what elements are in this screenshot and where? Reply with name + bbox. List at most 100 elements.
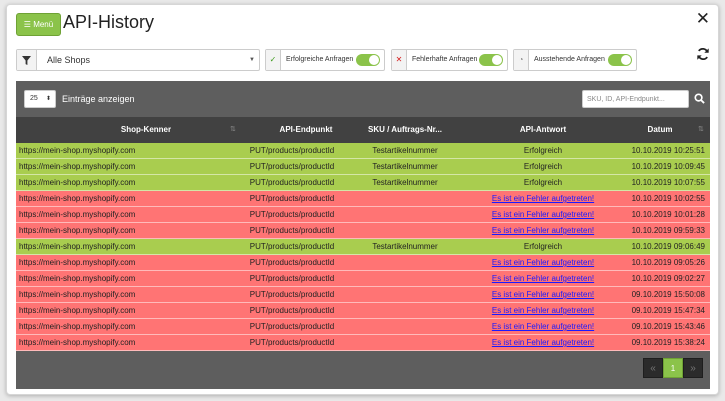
error-link[interactable]: Es ist ein Fehler aufgetreten! <box>492 194 594 203</box>
search-input[interactable] <box>582 90 689 108</box>
toggle-switch[interactable] <box>356 54 380 66</box>
check-icon: ✓ <box>266 50 281 70</box>
cell-response: Es ist ein Fehler aufgetreten! <box>458 223 628 238</box>
column-header-sku[interactable]: SKU / Auftrags-Nr... <box>352 117 458 143</box>
page-length-label: Einträge anzeigen <box>62 94 135 104</box>
table-row: https://mein-shop.myshopify.com PUT/produ… <box>16 271 710 287</box>
cell-date: 10.10.2019 10:01:28 <box>631 210 705 219</box>
cell-sku <box>352 271 458 286</box>
cell-response: Es ist ein Fehler aufgetreten! <box>458 255 628 270</box>
pagination-next-button[interactable]: » <box>683 358 703 378</box>
cell-date: 10.10.2019 10:02:55 <box>631 194 705 203</box>
cell-sku: Testartikelnummer <box>372 178 438 187</box>
table-panel: 25 ⬍ Einträge anzeigen Shop-Kenner ⇅ API… <box>16 81 710 389</box>
cell-response: Es ist ein Fehler aufgetreten! <box>458 271 628 286</box>
table-row: https://mein-shop.myshopify.com PUT/produ… <box>16 239 710 255</box>
error-link[interactable]: Es ist ein Fehler aufgetreten! <box>492 226 594 235</box>
column-header-shop[interactable]: Shop-Kenner <box>46 117 246 143</box>
cell-sku <box>352 207 458 222</box>
error-link[interactable]: Es ist ein Fehler aufgetreten! <box>492 290 594 299</box>
cell-sku <box>352 319 458 334</box>
cell-response: Erfolgreich <box>523 162 563 171</box>
page-length-select[interactable]: 25 ⬍ <box>24 90 56 108</box>
error-link[interactable]: Es ist ein Fehler aufgetreten! <box>492 306 594 315</box>
pagination-prev-button[interactable]: « <box>643 358 663 378</box>
cell-response: Es ist ein Fehler aufgetreten! <box>458 287 628 302</box>
cell-sku: Testartikelnummer <box>372 146 438 155</box>
cell-date: 10.10.2019 10:25:51 <box>631 146 705 155</box>
cell-date: 10.10.2019 09:06:49 <box>631 242 705 251</box>
cell-date: 10.10.2019 09:59:33 <box>631 226 705 235</box>
cell-sku <box>352 255 458 270</box>
cell-date: 09.10.2019 15:38:24 <box>631 338 705 347</box>
table-row: https://mein-shop.myshopify.com PUT/produ… <box>16 255 710 271</box>
toggle-label: Erfolgreiche Anfragen <box>286 56 354 63</box>
table-row: https://mein-shop.myshopify.com PUT/produ… <box>16 159 710 175</box>
close-icon[interactable]: ✕ <box>696 10 710 28</box>
page-length-value: 25 <box>30 95 38 102</box>
chevron-updown-icon: ⬍ <box>45 96 51 102</box>
page-title: API-History <box>63 12 155 32</box>
cell-date: 10.10.2019 09:05:26 <box>631 258 705 267</box>
toggle-successful-requests[interactable]: ✓ Erfolgreiche Anfragen <box>265 49 385 71</box>
cell-shop: https://mein-shop.myshopify.com <box>19 226 136 235</box>
cell-sku <box>352 287 458 302</box>
sort-icon[interactable]: ⇅ <box>230 117 236 143</box>
search-icon[interactable] <box>694 93 705 104</box>
column-header-date[interactable]: Datum <box>620 117 700 143</box>
table-row: https://mein-shop.myshopify.com PUT/produ… <box>16 319 710 335</box>
sort-icon[interactable]: ⇅ <box>698 117 704 143</box>
shop-select-value: Alle Shops <box>47 55 91 65</box>
cell-response: Erfolgreich <box>523 242 563 251</box>
toggle-switch[interactable] <box>479 54 503 66</box>
cell-response: Es ist ein Fehler aufgetreten! <box>458 191 628 206</box>
cell-date: 09.10.2019 15:47:34 <box>631 306 705 315</box>
cell-shop: https://mein-shop.myshopify.com <box>19 194 136 203</box>
shop-select[interactable]: Alle Shops ▼ <box>16 49 260 71</box>
cell-shop: https://mein-shop.myshopify.com <box>19 162 136 171</box>
pagination: « 1 » <box>643 358 703 378</box>
cell-sku <box>352 191 458 206</box>
cell-date: 09.10.2019 15:50:08 <box>631 290 705 299</box>
error-link[interactable]: Es ist ein Fehler aufgetreten! <box>492 274 594 283</box>
error-link[interactable]: Es ist ein Fehler aufgetreten! <box>492 322 594 331</box>
cell-shop: https://mein-shop.myshopify.com <box>19 290 136 299</box>
cell-response: Es ist ein Fehler aufgetreten! <box>458 303 628 318</box>
toggle-failed-requests[interactable]: ✕ Fehlerhafte Anfragen <box>391 49 508 71</box>
error-link[interactable]: Es ist ein Fehler aufgetreten! <box>492 338 594 347</box>
x-icon: ✕ <box>392 50 407 70</box>
cell-response: Erfolgreich <box>523 178 563 187</box>
cell-date: 10.10.2019 10:07:55 <box>631 178 705 187</box>
cell-date: 10.10.2019 09:02:27 <box>631 274 705 283</box>
table-row: https://mein-shop.myshopify.com PUT/produ… <box>16 287 710 303</box>
cell-shop: https://mein-shop.myshopify.com <box>19 178 136 187</box>
toggle-pending-requests[interactable]: ◔ Ausstehende Anfragen <box>513 49 637 71</box>
cell-date: 09.10.2019 15:43:46 <box>631 322 705 331</box>
filter-icon <box>17 50 37 70</box>
cell-shop: https://mein-shop.myshopify.com <box>19 306 136 315</box>
error-link[interactable]: Es ist ein Fehler aufgetreten! <box>492 210 594 219</box>
cell-shop: https://mein-shop.myshopify.com <box>19 322 136 331</box>
refresh-icon[interactable] <box>696 47 710 61</box>
table-row: https://mein-shop.myshopify.com PUT/produ… <box>16 191 710 207</box>
table-row: https://mein-shop.myshopify.com PUT/produ… <box>16 335 710 351</box>
cell-response: Erfolgreich <box>523 146 563 155</box>
table-row: https://mein-shop.myshopify.com PUT/produ… <box>16 143 710 159</box>
column-header-response[interactable]: API-Antwort <box>466 117 620 143</box>
cell-sku: Testartikelnummer <box>372 162 438 171</box>
menu-button[interactable]: ☰ Menü <box>16 13 61 36</box>
api-history-modal: ☰ Menü API-History ✕ Alle Shops ▼ ✓ Erfo… <box>6 4 719 395</box>
cell-sku: Testartikelnummer <box>372 242 438 251</box>
table-row: https://mein-shop.myshopify.com PUT/produ… <box>16 175 710 191</box>
cell-response: Es ist ein Fehler aufgetreten! <box>458 319 628 334</box>
column-header-endpoint[interactable]: API-Endpunkt <box>252 117 360 143</box>
cell-response: Es ist ein Fehler aufgetreten! <box>458 335 628 350</box>
toggle-label: Ausstehende Anfragen <box>534 56 605 63</box>
chevron-down-icon: ▼ <box>249 57 255 63</box>
toggle-switch[interactable] <box>608 54 632 66</box>
error-link[interactable]: Es ist ein Fehler aufgetreten! <box>492 258 594 267</box>
cell-shop: https://mein-shop.myshopify.com <box>19 242 136 251</box>
table-header: Shop-Kenner ⇅ API-Endpunkt SKU / Auftrag… <box>16 117 710 143</box>
cell-sku <box>352 335 458 350</box>
pagination-page-1[interactable]: 1 <box>663 358 683 378</box>
